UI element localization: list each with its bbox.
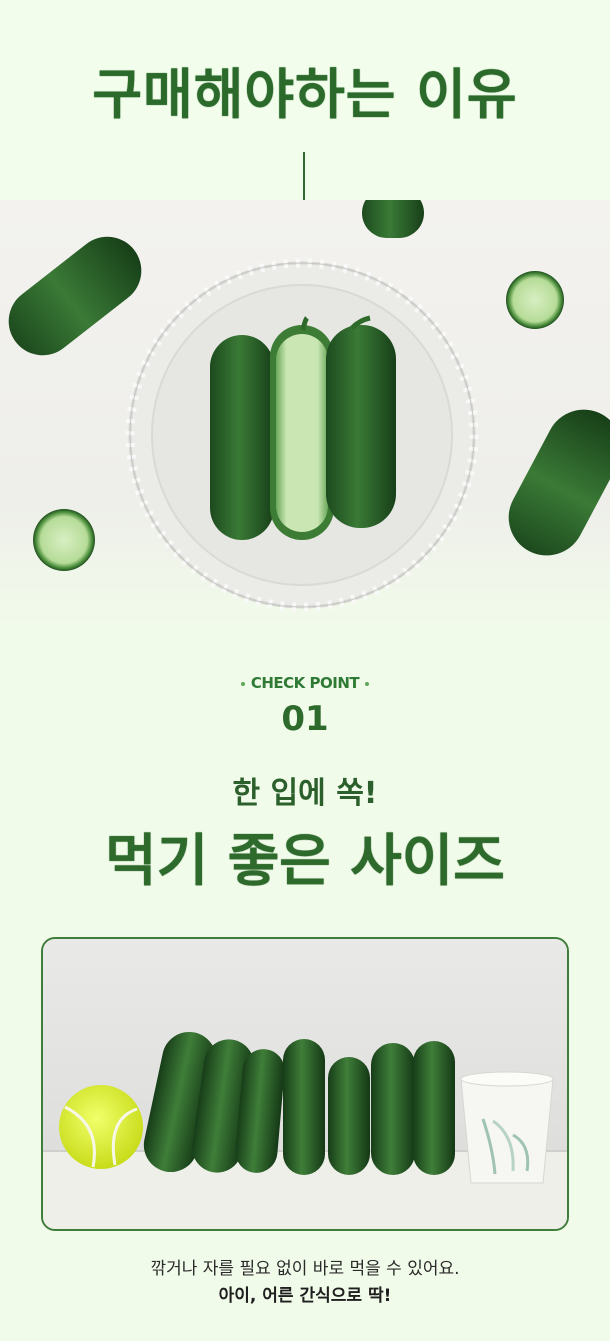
hero-photo-cucumbers-plate <box>0 200 610 625</box>
size-comparison-photo <box>41 937 569 1231</box>
vertical-divider <box>303 152 305 200</box>
section-subheading: 한 입에 쏙! <box>232 776 378 811</box>
checkpoint-number: 01 <box>281 699 329 739</box>
checkpoint-label: CHECK POINT <box>0 674 610 692</box>
product-detail-page: 구매해야하는 이유 CHECK POINT 01 한 입에 쏙! 먹기 좋은 사… <box>0 0 610 1341</box>
checkpoint-label-text: CHECK POINT <box>250 674 360 692</box>
caption-line-2: 아이, 어른 간식으로 딱! <box>218 1286 392 1306</box>
header-section: 구매해야하는 이유 <box>0 0 610 200</box>
tennis-ball <box>59 1085 143 1169</box>
section-heading: 먹기 좋은 사이즈 <box>105 829 505 894</box>
size-comparison-illustration <box>43 939 567 1229</box>
paper-cup <box>460 1071 554 1184</box>
caption-line-1: 깎거나 자를 필요 없이 바로 먹을 수 있어요. <box>150 1259 460 1279</box>
dot-decoration <box>240 681 245 686</box>
cucumber-row <box>143 1031 455 1175</box>
dot-decoration <box>365 681 370 686</box>
hero-illustration <box>8 200 610 612</box>
page-title: 구매해야하는 이유 <box>92 63 518 126</box>
plate-cucumbers <box>210 315 396 540</box>
